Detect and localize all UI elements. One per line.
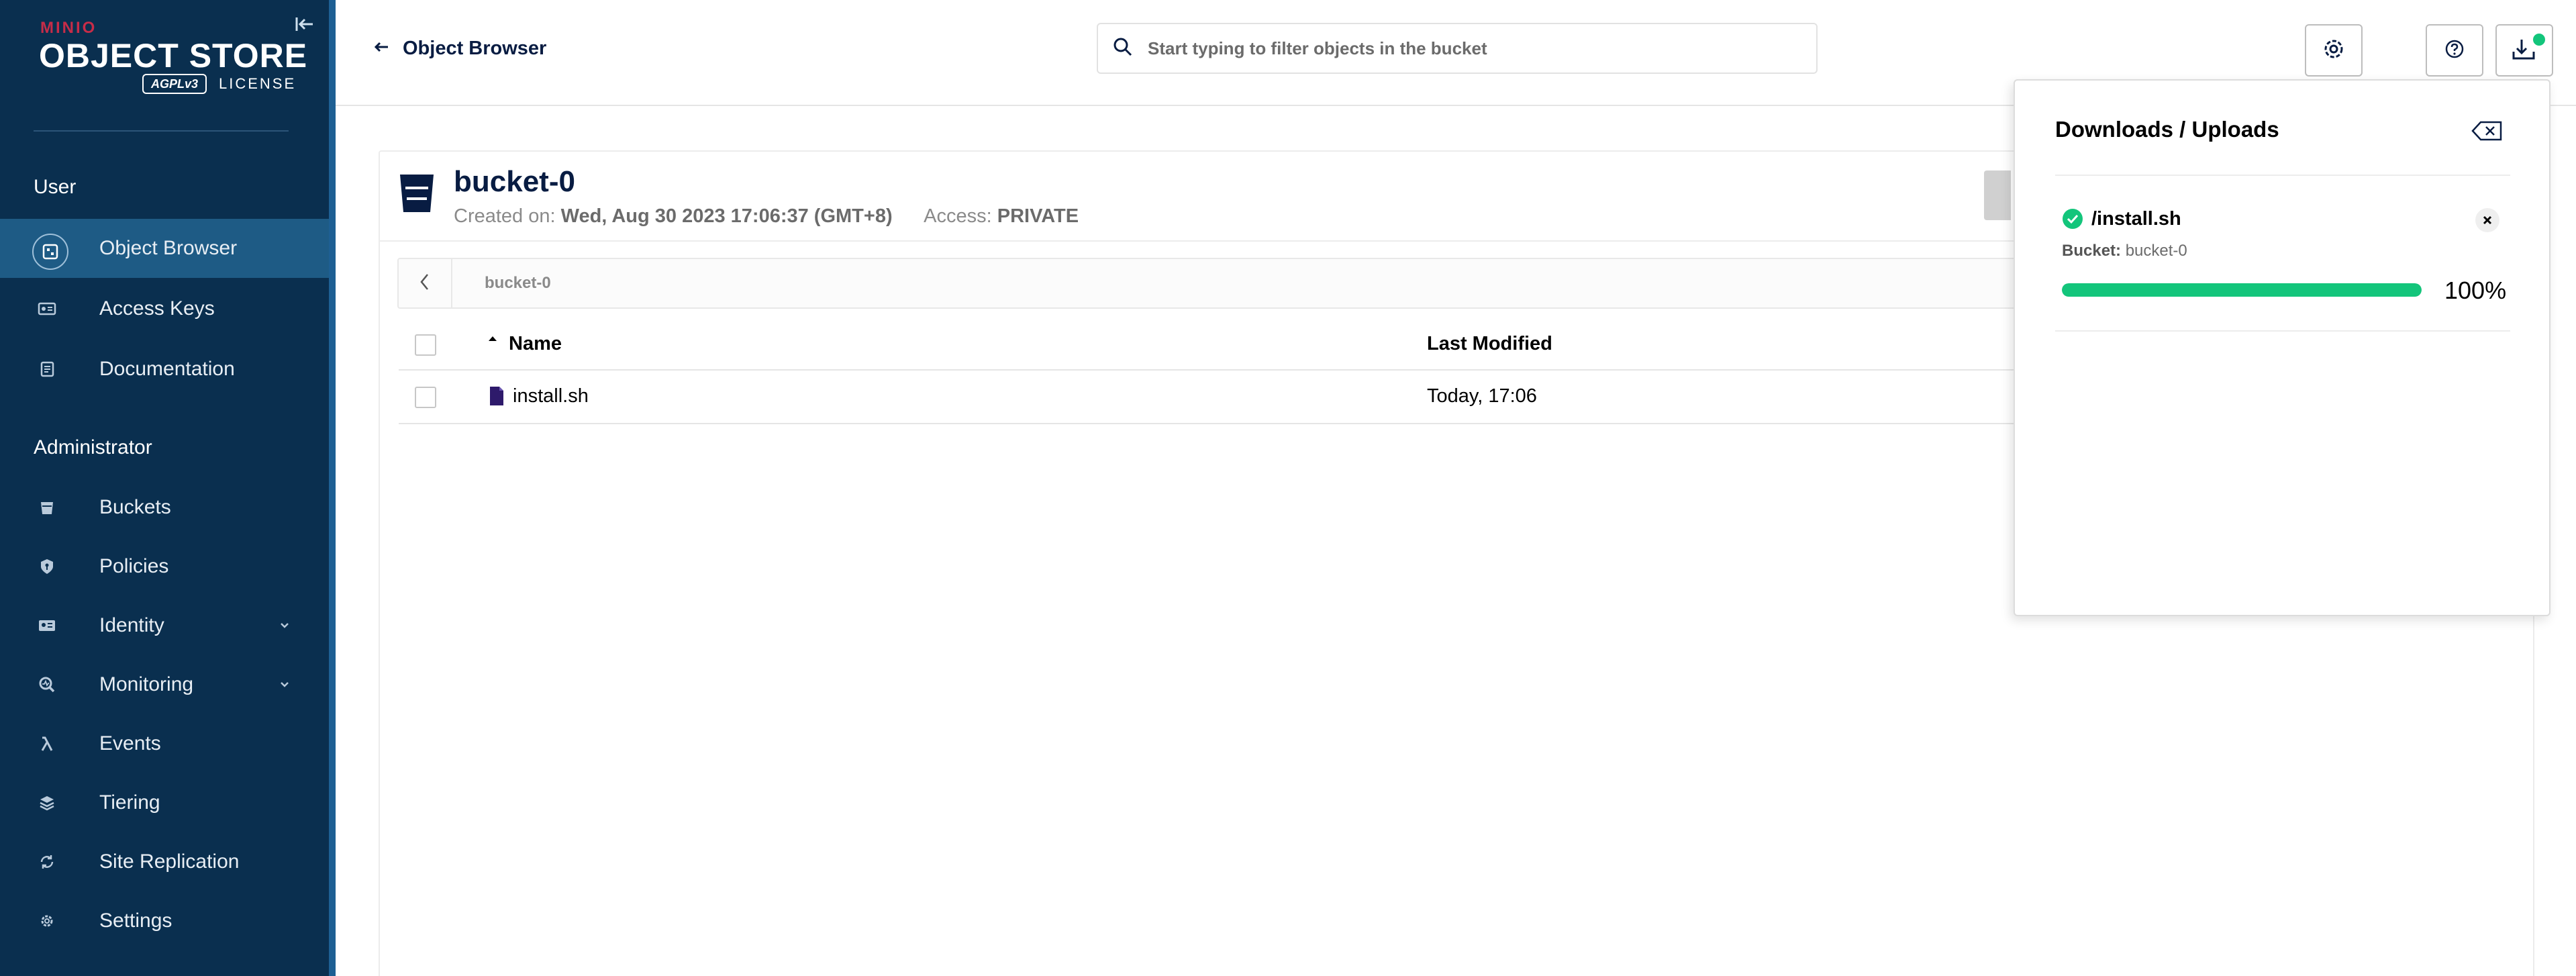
bucket-meta: Created on: Wed, Aug 30 2023 17:06:37 (G… <box>454 205 1079 228</box>
panel-divider <box>2055 175 2510 176</box>
chevron-left-icon <box>417 271 433 297</box>
transfer-bucket: Bucket: bucket-0 <box>2062 242 2187 260</box>
created-label: Created on: <box>454 205 556 227</box>
sidebar-item-access-keys[interactable]: Access Keys <box>0 279 329 338</box>
object-browser-icon <box>32 234 68 270</box>
sidebar-item-settings[interactable]: Settings <box>0 891 329 950</box>
sidebar-item-tiering[interactable]: Tiering <box>0 773 329 832</box>
sidebar-item-identity[interactable]: Identity <box>0 596 329 655</box>
transfer-bucket-label: Bucket: <box>2062 242 2122 260</box>
search-box <box>1097 23 1818 74</box>
identity-icon <box>34 612 60 639</box>
transfer-progress-fill <box>2062 283 2422 297</box>
monitoring-icon <box>34 671 60 698</box>
panel-title: Downloads / Uploads <box>2055 117 2279 142</box>
settings-button[interactable] <box>2305 24 2363 77</box>
created-value: Wed, Aug 30 2023 17:06:37 (GMT+8) <box>560 205 893 227</box>
help-button[interactable] <box>2426 24 2483 77</box>
sidebar-divider <box>34 130 289 132</box>
close-icon[interactable] <box>2475 208 2499 232</box>
back-to-object-browser-button[interactable]: Object Browser <box>372 38 546 60</box>
sidebar-item-label: Tiering <box>99 791 160 814</box>
clear-all-icon[interactable] <box>2470 119 2505 142</box>
transfer-progress-percent: 100% <box>2444 277 2507 304</box>
row-checkbox[interactable] <box>415 387 436 408</box>
bucket-icon <box>397 172 436 215</box>
sidebar-item-label: Monitoring <box>99 673 194 695</box>
column-header-name[interactable]: Name <box>509 333 562 355</box>
gear-icon <box>2320 35 2348 66</box>
shield-icon <box>34 553 60 580</box>
bucket-icon <box>34 494 60 521</box>
select-all-checkbox[interactable] <box>415 334 436 356</box>
sidebar-item-label: Object Browser <box>99 237 238 259</box>
chevron-down-icon <box>275 675 294 694</box>
section-user: User <box>34 176 77 198</box>
sidebar: MINIO OBJECT STORE AGPLv3 LICENSE User O… <box>0 0 336 976</box>
sidebar-item-object-browser[interactable]: Object Browser <box>0 219 329 278</box>
sidebar-item-events[interactable]: Events <box>0 714 329 773</box>
downloads-button[interactable] <box>2495 24 2553 77</box>
sidebar-item-label: Access Keys <box>99 297 215 320</box>
section-administrator: Administrator <box>34 436 152 458</box>
panel-divider <box>2055 330 2510 332</box>
bucket-name: bucket-0 <box>454 165 575 198</box>
notification-dot <box>2533 34 2545 46</box>
back-button-label: Object Browser <box>403 38 547 59</box>
access-value: PRIVATE <box>997 205 1079 227</box>
sidebar-item-label: Identity <box>99 614 164 636</box>
access-keys-icon <box>34 295 60 322</box>
downloads-uploads-panel: Downloads / Uploads /install.sh Bucket: … <box>2014 79 2550 616</box>
sidebar-item-buckets[interactable]: Buckets <box>0 478 329 537</box>
sidebar-item-label: Buckets <box>99 496 171 518</box>
file-name[interactable]: install.sh <box>513 385 589 407</box>
sidebar-item-label: Events <box>99 732 161 754</box>
documentation-icon <box>34 356 60 383</box>
breadcrumb-back-button[interactable] <box>399 259 452 307</box>
arrow-left-icon <box>372 39 391 58</box>
sidebar-item-label: Site Replication <box>99 850 240 873</box>
sidebar-item-label: Policies <box>99 555 169 577</box>
file-icon <box>489 385 505 407</box>
file-last-modified: Today, 17:06 <box>1427 385 1537 407</box>
transfer-bucket-value: bucket-0 <box>2125 242 2187 260</box>
check-circle-icon <box>2062 208 2083 230</box>
gear-icon <box>34 908 60 934</box>
sidebar-item-label: Settings <box>99 910 172 932</box>
access-label: Access: <box>924 205 992 227</box>
sort-ascending-icon[interactable] <box>486 334 499 345</box>
chevron-down-icon <box>275 616 294 635</box>
logo-vendor: MINIO <box>40 19 97 37</box>
bucket-action-button[interactable] <box>1984 170 2011 220</box>
sidebar-item-monitoring[interactable]: Monitoring <box>0 655 329 714</box>
logo-product: OBJECT STORE <box>39 37 308 75</box>
breadcrumb-path[interactable]: bucket-0 <box>485 274 551 293</box>
search-icon <box>1111 36 1134 62</box>
collapse-sidebar-icon[interactable] <box>291 11 318 38</box>
column-header-last-modified[interactable]: Last Modified <box>1427 333 1552 355</box>
sidebar-item-documentation[interactable]: Documentation <box>0 340 329 399</box>
lambda-icon <box>34 730 60 757</box>
sidebar-item-label: Documentation <box>99 358 235 380</box>
tiering-icon <box>34 789 60 816</box>
transfer-progress-bar <box>2062 283 2422 297</box>
license-badge: AGPLv3 <box>142 74 207 94</box>
license-label: LICENSE <box>219 75 297 92</box>
replication-icon <box>34 848 60 875</box>
search-input[interactable] <box>1148 38 1752 59</box>
transfer-file-name: /install.sh <box>2091 208 2181 230</box>
help-icon <box>2443 38 2466 64</box>
sidebar-item-site-replication[interactable]: Site Replication <box>0 832 329 891</box>
sidebar-item-policies[interactable]: Policies <box>0 537 329 596</box>
